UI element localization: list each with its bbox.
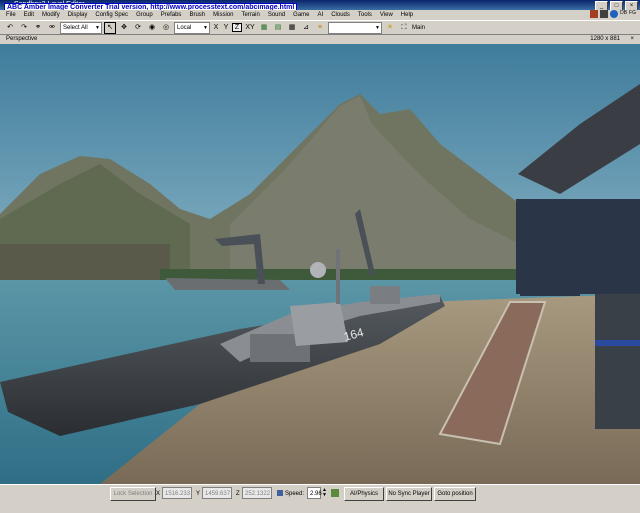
select-arrow-icon[interactable]: ↖ bbox=[104, 21, 116, 34]
fg-icon[interactable]: FG bbox=[629, 10, 636, 18]
menu-display[interactable]: Display bbox=[68, 10, 88, 20]
z-label: Z bbox=[236, 491, 240, 497]
db-icon[interactable]: DB bbox=[620, 10, 627, 18]
scene-render[interactable]: 164 bbox=[0, 44, 640, 484]
coord-system-value: Local bbox=[177, 24, 192, 31]
y-label: Y bbox=[196, 491, 201, 497]
crane-stripe bbox=[595, 340, 640, 346]
crane-leg bbox=[595, 294, 640, 429]
speed-label: Speed: bbox=[285, 491, 305, 497]
bridge bbox=[290, 302, 348, 346]
menu-help[interactable]: Help bbox=[401, 10, 413, 20]
axis-xy-button[interactable]: XY bbox=[244, 24, 256, 31]
terrain-snap-icon[interactable]: ▦ bbox=[258, 22, 270, 34]
scale-icon[interactable]: ◉ bbox=[146, 22, 158, 34]
title-bar: Sandbox2 Level Editor ABC Amber Image Co… bbox=[0, 0, 640, 13]
status-bar: Lock Selection X 1516.233 Y 1459.637 Z 2… bbox=[0, 484, 640, 513]
menu-clouds[interactable]: Clouds bbox=[331, 10, 350, 20]
object-snap-icon[interactable]: ▤ bbox=[272, 22, 284, 34]
move-icon[interactable]: ✥ bbox=[118, 22, 130, 34]
z-field[interactable]: 252.1322 bbox=[242, 487, 272, 499]
light-icon[interactable]: ☀ bbox=[384, 22, 396, 34]
speed-input[interactable]: 2.96 bbox=[307, 487, 322, 499]
menu-ai[interactable]: AI bbox=[318, 10, 324, 20]
mode-label[interactable]: Main bbox=[412, 25, 425, 31]
viewport-header: Perspective 1280 x 881 × bbox=[0, 35, 640, 44]
menu-tools[interactable]: Tools bbox=[358, 10, 372, 20]
speed-spin-icon[interactable]: ▲ ▼ bbox=[322, 488, 327, 498]
camera-icon[interactable]: ⛶ bbox=[398, 22, 410, 34]
viewport-label[interactable]: Perspective bbox=[6, 35, 37, 44]
undo-icon[interactable]: ↶ bbox=[4, 22, 16, 34]
menu-config-spec[interactable]: Config Spec bbox=[95, 10, 128, 20]
x-field[interactable]: 1516.233 bbox=[162, 487, 192, 499]
menu-modify[interactable]: Modify bbox=[42, 10, 60, 20]
main-toolbar: ↶ ↷ ⚭ ⚮ Select All ▼ ↖ ✥ ⟳ ◉ ◎ Local ▼ X Y… bbox=[0, 20, 640, 35]
snap-icon[interactable]: ◎ bbox=[160, 22, 172, 34]
3d-viewport[interactable]: 164 bbox=[0, 44, 640, 484]
map-icon[interactable] bbox=[590, 10, 599, 18]
cliff bbox=[0, 244, 170, 282]
axis-z-button[interactable]: Z bbox=[232, 23, 242, 32]
viewport-resolution: 1280 x 881 bbox=[590, 36, 620, 42]
menu-mission[interactable]: Mission bbox=[213, 10, 233, 20]
menu-prefabs[interactable]: Prefabs bbox=[161, 10, 182, 20]
ruler-icon[interactable]: ⊿ bbox=[300, 22, 312, 34]
x-label: X bbox=[156, 491, 161, 497]
mast bbox=[336, 249, 340, 304]
rotate-icon[interactable]: ⟳ bbox=[132, 22, 144, 34]
menu-brush[interactable]: Brush bbox=[189, 10, 205, 20]
menu-bar: File Edit Modify Display Config Spec Group Pre… bbox=[0, 10, 640, 20]
no-sync-player-button[interactable]: No Sync Player bbox=[386, 487, 432, 501]
viewport-close-icon[interactable]: × bbox=[630, 35, 634, 44]
aft-structure bbox=[370, 286, 400, 304]
y-field[interactable]: 1459.637 bbox=[202, 487, 232, 499]
lock-selection-button[interactable]: Lock Selection bbox=[110, 487, 156, 501]
menu-sound[interactable]: Sound bbox=[268, 10, 285, 20]
unlink-icon[interactable]: ⚮ bbox=[46, 22, 58, 34]
crane-cabin bbox=[516, 199, 640, 294]
axis-y-button[interactable]: Y bbox=[222, 24, 230, 31]
layer-select[interactable]: ▼ bbox=[328, 21, 382, 34]
speed-icon bbox=[277, 490, 283, 496]
selection-filter-select[interactable]: Select All ▼ bbox=[60, 21, 102, 34]
menu-terrain[interactable]: Terrain bbox=[241, 10, 259, 20]
menu-view[interactable]: View bbox=[380, 10, 393, 20]
goto-position-button[interactable]: Goto position bbox=[434, 487, 476, 501]
link-icon[interactable]: ⚭ bbox=[32, 22, 44, 34]
menu-game[interactable]: Game bbox=[293, 10, 309, 20]
menu-group[interactable]: Group bbox=[136, 10, 153, 20]
ai-physics-button[interactable]: AI/Physics bbox=[344, 487, 384, 501]
radar-dome bbox=[310, 262, 326, 278]
redo-icon[interactable]: ↷ bbox=[18, 22, 30, 34]
globe-icon[interactable] bbox=[610, 10, 619, 18]
axis-x-button[interactable]: X bbox=[212, 24, 220, 31]
terrain-follow-icon[interactable] bbox=[331, 489, 339, 497]
menu-edit[interactable]: Edit bbox=[24, 10, 34, 20]
coord-system-select[interactable]: Local ▼ bbox=[174, 21, 210, 34]
crane-base bbox=[520, 284, 580, 296]
selection-filter-value: Select All bbox=[63, 24, 88, 31]
menu-right-icons: DB FG bbox=[590, 10, 636, 18]
menu-file[interactable]: File bbox=[6, 10, 16, 20]
grid-icon[interactable] bbox=[600, 10, 609, 18]
layer-icon[interactable]: ≡ bbox=[314, 22, 326, 34]
grid-snap-icon[interactable]: ▦ bbox=[286, 22, 298, 34]
